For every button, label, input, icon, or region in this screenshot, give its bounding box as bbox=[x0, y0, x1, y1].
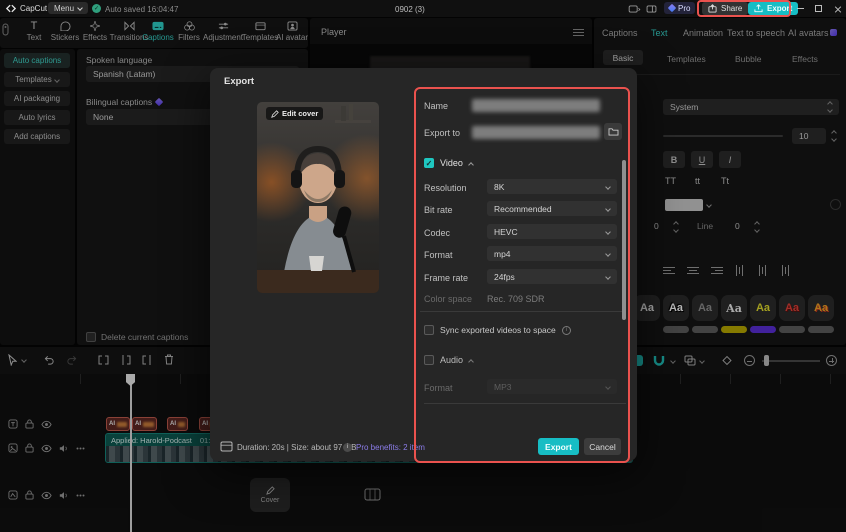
colorspace-label: Color space bbox=[424, 294, 472, 304]
bitrate-select[interactable]: Recommended bbox=[487, 201, 617, 216]
edit-cover-label: Edit cover bbox=[282, 109, 318, 118]
podcast-host-illustration bbox=[257, 102, 379, 293]
export-button-titlebar[interactable]: Export bbox=[748, 2, 798, 15]
sync-to-space-row[interactable]: Sync exported videos to space i bbox=[424, 325, 571, 335]
chevron-down-icon bbox=[605, 229, 611, 235]
chevron-down-icon bbox=[605, 384, 611, 390]
chevron-down-icon bbox=[605, 206, 611, 212]
sync-label: Sync exported videos to space bbox=[440, 325, 556, 335]
format-label: Format bbox=[424, 250, 453, 260]
resolution-select[interactable]: 8K bbox=[487, 179, 617, 194]
export-icon bbox=[754, 4, 763, 13]
capcut-logo-icon bbox=[6, 4, 16, 13]
share-button[interactable]: Share bbox=[702, 2, 748, 15]
capcut-window: CapCut Menu ✓ Auto saved 16:04:47 0902 (… bbox=[0, 0, 846, 532]
menu-button[interactable]: Menu bbox=[48, 2, 88, 14]
chevron-up-icon bbox=[468, 359, 474, 365]
name-label: Name bbox=[424, 101, 448, 111]
panels-icon[interactable] bbox=[646, 5, 657, 13]
codec-select[interactable]: HEVC bbox=[487, 224, 617, 239]
video-section-toggle[interactable]: ✓ Video bbox=[424, 158, 473, 168]
framerate-label: Frame rate bbox=[424, 273, 468, 283]
maximize-button[interactable] bbox=[815, 5, 822, 12]
dialog-scrollbar[interactable] bbox=[622, 160, 626, 320]
export-dialog: Export Edit cove bbox=[210, 68, 637, 461]
export-path-blurred[interactable] bbox=[472, 126, 600, 139]
app-name: CapCut bbox=[20, 4, 47, 13]
pro-gem-icon bbox=[668, 4, 676, 12]
pro-benefits-link[interactable]: Pro benefits: 2 item bbox=[356, 443, 425, 452]
format-select[interactable]: mp4 bbox=[487, 246, 617, 261]
cancel-label: Cancel bbox=[589, 442, 615, 452]
colorspace-value: Rec. 709 SDR bbox=[487, 294, 545, 304]
bitrate-value: Recommended bbox=[494, 204, 552, 214]
share-icon bbox=[708, 4, 717, 13]
info-icon: i bbox=[562, 326, 571, 335]
chevron-down-icon bbox=[605, 184, 611, 190]
codec-label: Codec bbox=[424, 228, 450, 238]
framerate-select[interactable]: 24fps bbox=[487, 269, 617, 284]
divider bbox=[424, 403, 626, 404]
edit-cover-button[interactable]: Edit cover bbox=[266, 107, 323, 120]
document-title: 0902 (3) bbox=[395, 5, 425, 14]
audio-format-select: MP3 bbox=[487, 379, 617, 394]
export-to-label: Export to bbox=[424, 128, 460, 138]
codec-value: HEVC bbox=[494, 227, 518, 237]
minimize-button[interactable] bbox=[797, 8, 804, 9]
edit-pencil-icon bbox=[271, 110, 279, 118]
export-confirm-button[interactable]: Export bbox=[538, 438, 579, 455]
framerate-value: 24fps bbox=[494, 272, 515, 282]
sync-checkbox[interactable] bbox=[424, 325, 434, 335]
export-meta: Duration: 20s | Size: about 97 MB bbox=[237, 443, 356, 452]
audio-checkbox[interactable] bbox=[424, 355, 434, 365]
name-value-blurred[interactable] bbox=[472, 99, 600, 112]
audio-section-label: Audio bbox=[440, 355, 463, 365]
autosave-status: Auto saved 16:04:47 bbox=[105, 5, 178, 14]
export-label: Export bbox=[767, 4, 792, 13]
layout-icon[interactable] bbox=[628, 5, 641, 13]
autosave-check-icon: ✓ bbox=[92, 4, 101, 13]
format-value: mp4 bbox=[494, 249, 511, 259]
close-button[interactable] bbox=[834, 5, 842, 13]
cover-preview: Edit cover bbox=[257, 102, 379, 293]
audio-format-value: MP3 bbox=[494, 382, 511, 392]
dialog-title: Export bbox=[224, 76, 254, 87]
browse-folder-button[interactable] bbox=[604, 123, 622, 140]
resolution-value: 8K bbox=[494, 182, 504, 192]
menu-label: Menu bbox=[54, 4, 74, 13]
export-confirm-label: Export bbox=[545, 442, 572, 452]
info-icon: i bbox=[343, 443, 352, 452]
bitrate-label: Bit rate bbox=[424, 205, 453, 215]
file-size-icon bbox=[220, 441, 233, 452]
titlebar: CapCut Menu ✓ Auto saved 16:04:47 0902 (… bbox=[0, 0, 846, 17]
divider bbox=[420, 311, 626, 312]
pro-badge[interactable]: Pro bbox=[664, 2, 695, 14]
video-section-label: Video bbox=[440, 158, 463, 168]
pro-label: Pro bbox=[678, 4, 690, 13]
cancel-button[interactable]: Cancel bbox=[584, 438, 621, 455]
audio-section-toggle[interactable]: Audio bbox=[424, 355, 473, 365]
folder-icon bbox=[608, 127, 619, 136]
resolution-label: Resolution bbox=[424, 183, 467, 193]
chevron-up-icon bbox=[468, 162, 474, 168]
video-checkbox[interactable]: ✓ bbox=[424, 158, 434, 168]
chevron-down-icon bbox=[605, 274, 611, 280]
audio-format-label: Format bbox=[424, 383, 453, 393]
chevron-down-icon bbox=[605, 251, 611, 257]
share-label: Share bbox=[721, 4, 742, 13]
chevron-down-icon bbox=[77, 5, 83, 11]
